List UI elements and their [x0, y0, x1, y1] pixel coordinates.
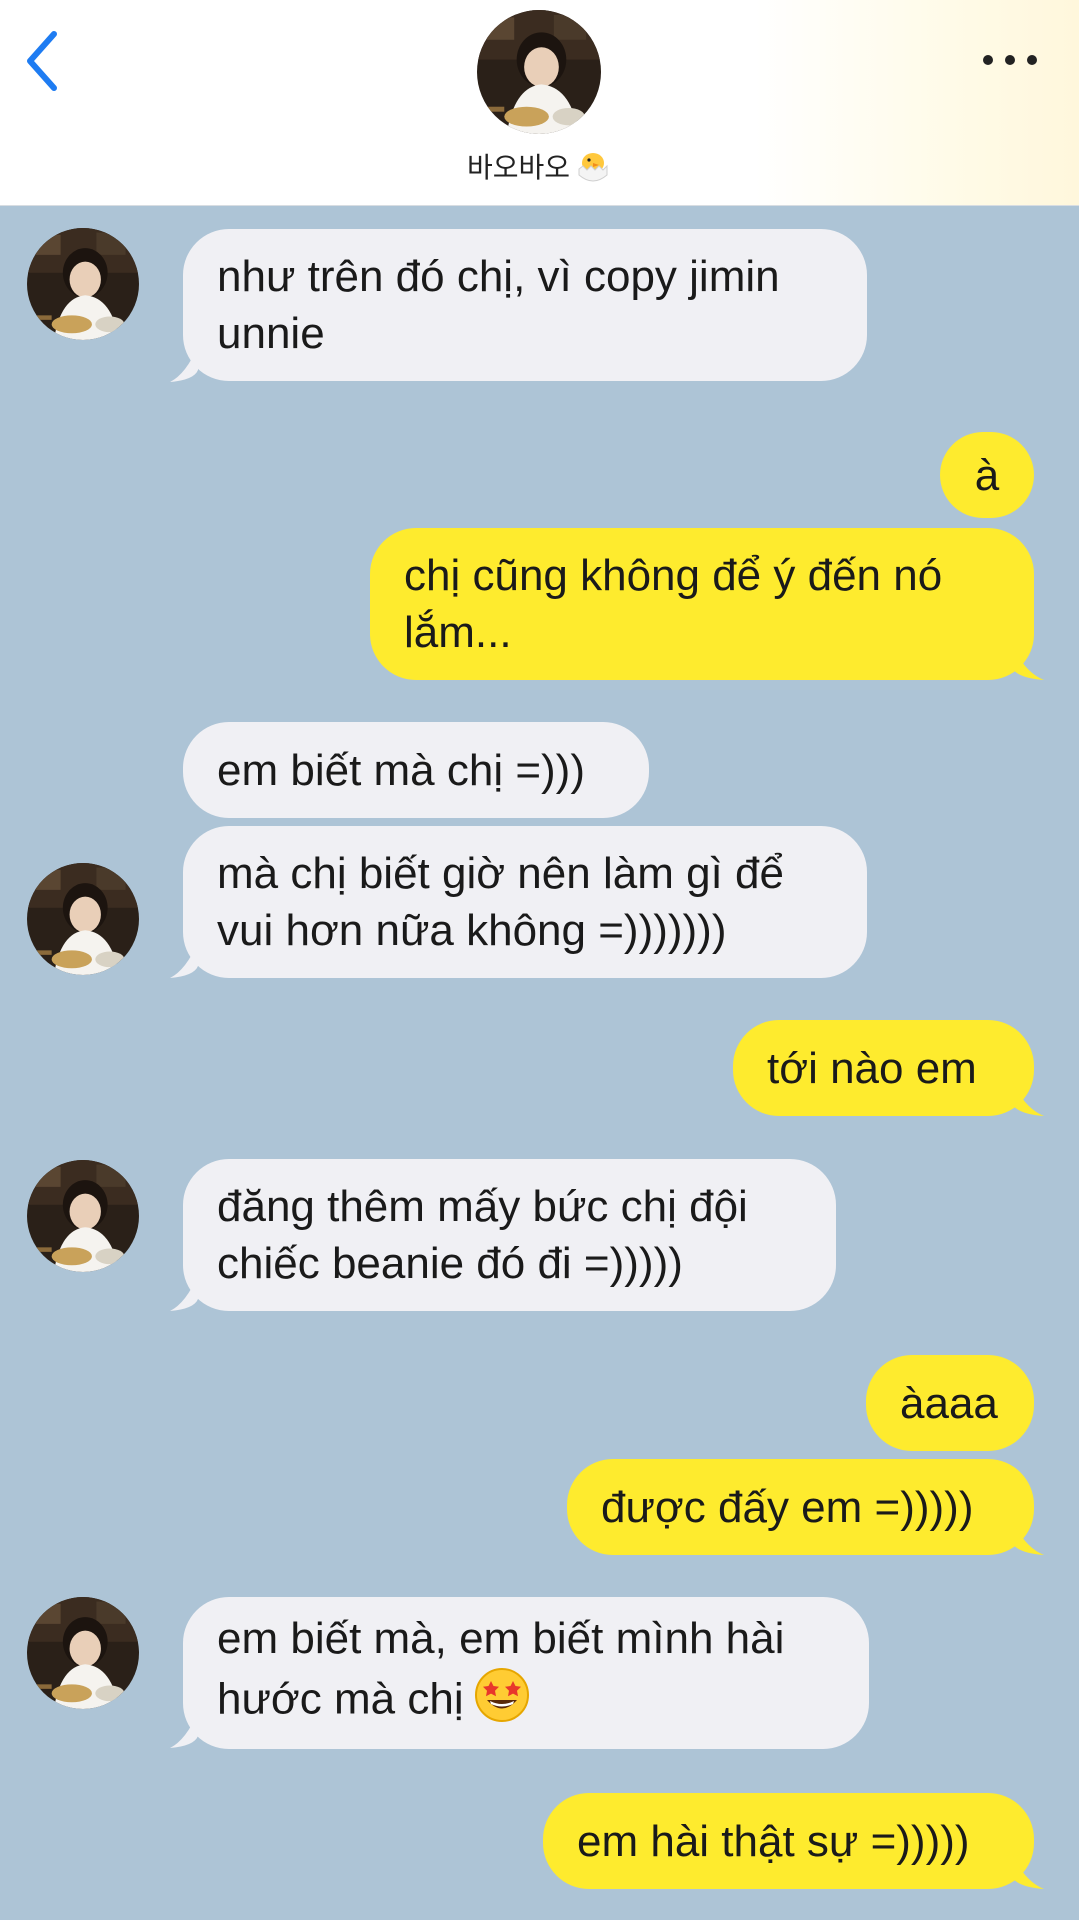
- sender-avatar[interactable]: [27, 1597, 139, 1709]
- message-bubble-incoming[interactable]: mà chị biết giờ nên làm gì để vui hơn nữ…: [183, 826, 867, 978]
- back-button[interactable]: [18, 26, 78, 96]
- message-bubble-incoming[interactable]: em biết mà, em biết mình hài hước mà chị: [183, 1597, 869, 1749]
- message-bubble-incoming[interactable]: em biết mà chị =))): [183, 722, 649, 818]
- bubble-tail: [1012, 1853, 1044, 1889]
- contact-name-row[interactable]: 바오바오: [0, 146, 1079, 192]
- sender-avatar[interactable]: [27, 863, 139, 975]
- message-bubble-outgoing[interactable]: àaaa: [866, 1355, 1034, 1451]
- star-struck-icon: [474, 1667, 530, 1737]
- contact-name: 바오바오: [466, 151, 571, 184]
- sender-avatar[interactable]: [27, 228, 139, 340]
- message-text-with-emoji: em biết mà, em biết mình hài hước mà chị: [217, 1610, 784, 1737]
- message-bubble-outgoing[interactable]: à: [940, 432, 1034, 518]
- chevron-left-icon: [27, 31, 57, 91]
- bubble-tail: [1012, 644, 1044, 680]
- chat-header: 바오바오: [0, 0, 1079, 206]
- sender-avatar[interactable]: [27, 1160, 139, 1272]
- message-bubble-incoming[interactable]: đăng thêm mấy bức chị đội chiếc beanie đ…: [183, 1159, 836, 1311]
- bubble-tail: [1012, 1519, 1044, 1555]
- message-bubble-incoming[interactable]: như trên đó chị, vì copy jimin unnie: [183, 229, 867, 381]
- message-bubble-outgoing[interactable]: được đấy em =))))): [567, 1459, 1034, 1555]
- more-options-button[interactable]: [980, 40, 1040, 80]
- message-bubble-outgoing[interactable]: chị cũng không để ý đến nó lắm...: [370, 528, 1034, 680]
- message-bubble-outgoing[interactable]: tới nào em: [733, 1020, 1034, 1116]
- contact-avatar[interactable]: [477, 10, 601, 134]
- message-bubble-outgoing[interactable]: em hài thật sự =))))): [543, 1793, 1034, 1889]
- hatching-chick-icon: [574, 147, 612, 192]
- ellipsis-icon: [983, 55, 1037, 65]
- bubble-tail: [1012, 1080, 1044, 1116]
